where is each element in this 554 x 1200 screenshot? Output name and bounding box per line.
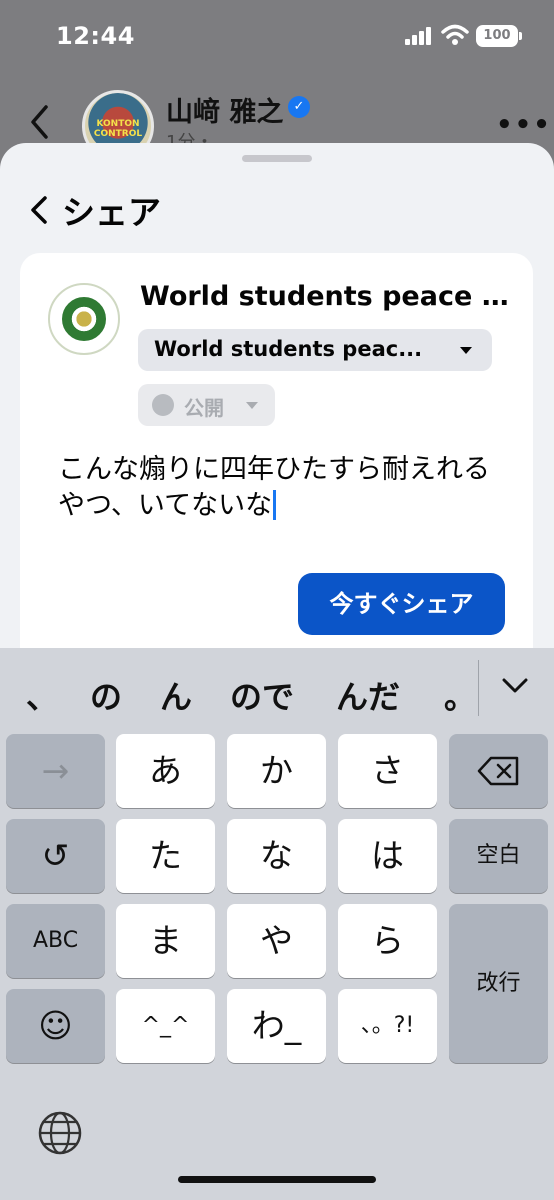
key-wa[interactable]: わ_ xyxy=(227,989,326,1063)
key-label: あ xyxy=(149,751,182,790)
organization-name: World students peace f... xyxy=(140,281,510,312)
abc-switch-key[interactable]: ABC xyxy=(6,904,105,978)
cellular-signal-icon xyxy=(405,27,433,45)
battery-icon: 100 xyxy=(476,25,518,47)
key-label: さ xyxy=(371,751,404,790)
battery-tip xyxy=(519,32,522,40)
key-ta[interactable]: た xyxy=(116,819,215,893)
key-label: な xyxy=(260,836,293,875)
share-target-select[interactable]: World students peac... xyxy=(138,329,492,371)
globe-icon xyxy=(152,394,174,416)
text-cursor xyxy=(273,490,277,520)
verified-badge-icon: ✓ xyxy=(288,96,310,118)
author-name[interactable]: 山﨑 雅之 xyxy=(166,90,283,129)
key-label: ☺ xyxy=(38,1006,73,1045)
status-bar: 12:44 100 xyxy=(0,0,554,72)
key-label: か xyxy=(260,751,293,790)
privacy-select[interactable]: 公開 xyxy=(138,384,275,426)
punctuation-key[interactable]: 、。?! xyxy=(338,989,437,1063)
sheet-title: シェア xyxy=(62,193,161,232)
key-label: わ_ xyxy=(251,1006,302,1045)
key-ka[interactable]: か xyxy=(227,734,326,808)
delete-icon xyxy=(477,756,518,786)
delete-key[interactable] xyxy=(449,734,548,808)
key-ya[interactable]: や xyxy=(227,904,326,978)
candidate-word[interactable]: 。 xyxy=(444,672,476,718)
candidate-word[interactable]: の xyxy=(90,672,122,718)
candidate-word[interactable]: 、 xyxy=(26,672,58,718)
candidate-word[interactable]: んだ xyxy=(336,672,400,718)
globe-icon[interactable] xyxy=(37,1110,83,1156)
key-label: 改行 xyxy=(476,971,521,996)
avatar-text: KONTON CONTROL xyxy=(93,119,143,139)
kaomoji-key[interactable]: ^_^ xyxy=(116,989,215,1063)
composer-input[interactable]: こんな煽りに四年ひたすら耐えれるやつ、いてないな xyxy=(58,452,498,524)
key-label: や xyxy=(260,921,293,960)
key-label: → xyxy=(41,751,70,790)
battery-level: 100 xyxy=(483,28,511,43)
key-label: 空白 xyxy=(476,843,521,868)
key-label: ま xyxy=(149,921,182,960)
privacy-label: 公開 xyxy=(184,396,224,420)
key-label: は xyxy=(371,836,404,875)
emoji-key[interactable]: ☺ xyxy=(6,989,105,1063)
key-label: ^_^ xyxy=(141,1013,190,1038)
collapse-candidates-chevron-icon[interactable] xyxy=(501,676,529,696)
key-label: ↺ xyxy=(41,836,70,875)
key-sa[interactable]: さ xyxy=(338,734,437,808)
key-ma[interactable]: ま xyxy=(116,904,215,978)
undo-key[interactable]: ↺ xyxy=(6,819,105,893)
chevron-down-icon xyxy=(246,402,258,409)
candidate-word[interactable]: ので xyxy=(230,672,294,718)
more-options-icon[interactable]: ••• xyxy=(496,110,552,140)
candidate-word[interactable]: ん xyxy=(160,672,192,718)
back-chevron-icon[interactable] xyxy=(28,104,52,140)
wifi-icon xyxy=(441,24,469,45)
share-now-button[interactable]: 今すぐシェア xyxy=(298,573,505,635)
sheet-grabber[interactable] xyxy=(242,155,312,162)
emblem-icon xyxy=(62,297,106,341)
key-label: 、。?! xyxy=(360,1013,415,1038)
key-label: ABC xyxy=(32,928,79,953)
sheet-back-chevron-icon[interactable] xyxy=(26,192,52,228)
key-na[interactable]: な xyxy=(227,819,326,893)
share-target-label: World students peac... xyxy=(154,337,423,361)
space-key[interactable]: 空白 xyxy=(449,819,548,893)
key-label: ら xyxy=(371,921,404,960)
key-ra[interactable]: ら xyxy=(338,904,437,978)
next-candidate-key[interactable]: → xyxy=(6,734,105,808)
key-a[interactable]: あ xyxy=(116,734,215,808)
key-ha[interactable]: は xyxy=(338,819,437,893)
organization-logo xyxy=(48,283,120,355)
chevron-down-icon xyxy=(460,347,472,354)
home-indicator xyxy=(178,1176,376,1183)
status-time: 12:44 xyxy=(56,22,135,50)
return-key[interactable]: 改行 xyxy=(449,904,548,1063)
key-label: た xyxy=(149,836,182,875)
candidate-divider xyxy=(478,660,479,716)
